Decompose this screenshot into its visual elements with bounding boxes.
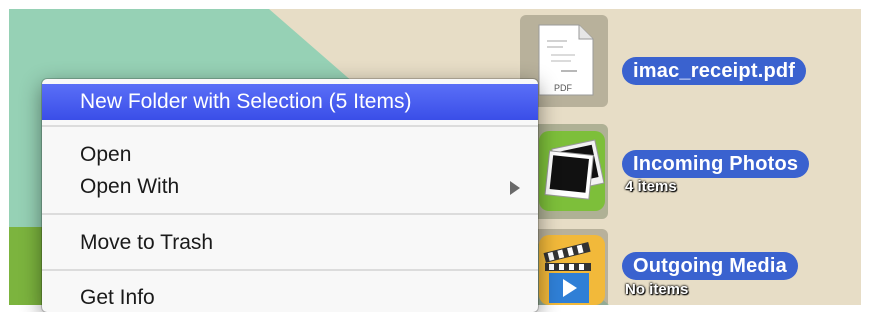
photos-folder-icon [539,131,605,211]
folder-item-count: No items [625,281,689,298]
folder-item-count: 4 items [625,178,677,195]
menu-separator [42,125,538,127]
menu-separator [42,269,538,271]
folder-name-label[interactable]: Outgoing Media [622,252,798,280]
submenu-arrow-icon [510,181,520,195]
media-folder-icon [539,235,605,305]
menu-item-open-with[interactable]: Open With [42,169,538,205]
menu-item-new-folder-with-selection[interactable]: New Folder with Selection (5 Items) [42,84,538,120]
menu-separator [42,213,538,215]
context-menu: New Folder with Selection (5 Items) Open… [42,79,538,312]
folder-name-label[interactable]: Incoming Photos [622,150,810,178]
file-name-label[interactable]: imac_receipt.pdf [622,57,807,85]
menu-item-get-info[interactable]: Get Info [42,280,538,312]
menu-item-move-to-trash[interactable]: Move to Trash [42,225,538,261]
menu-item-open[interactable]: Open [42,137,538,173]
pdf-badge-text: PDF [554,83,572,93]
menu-item-label: Open With [80,175,180,198]
